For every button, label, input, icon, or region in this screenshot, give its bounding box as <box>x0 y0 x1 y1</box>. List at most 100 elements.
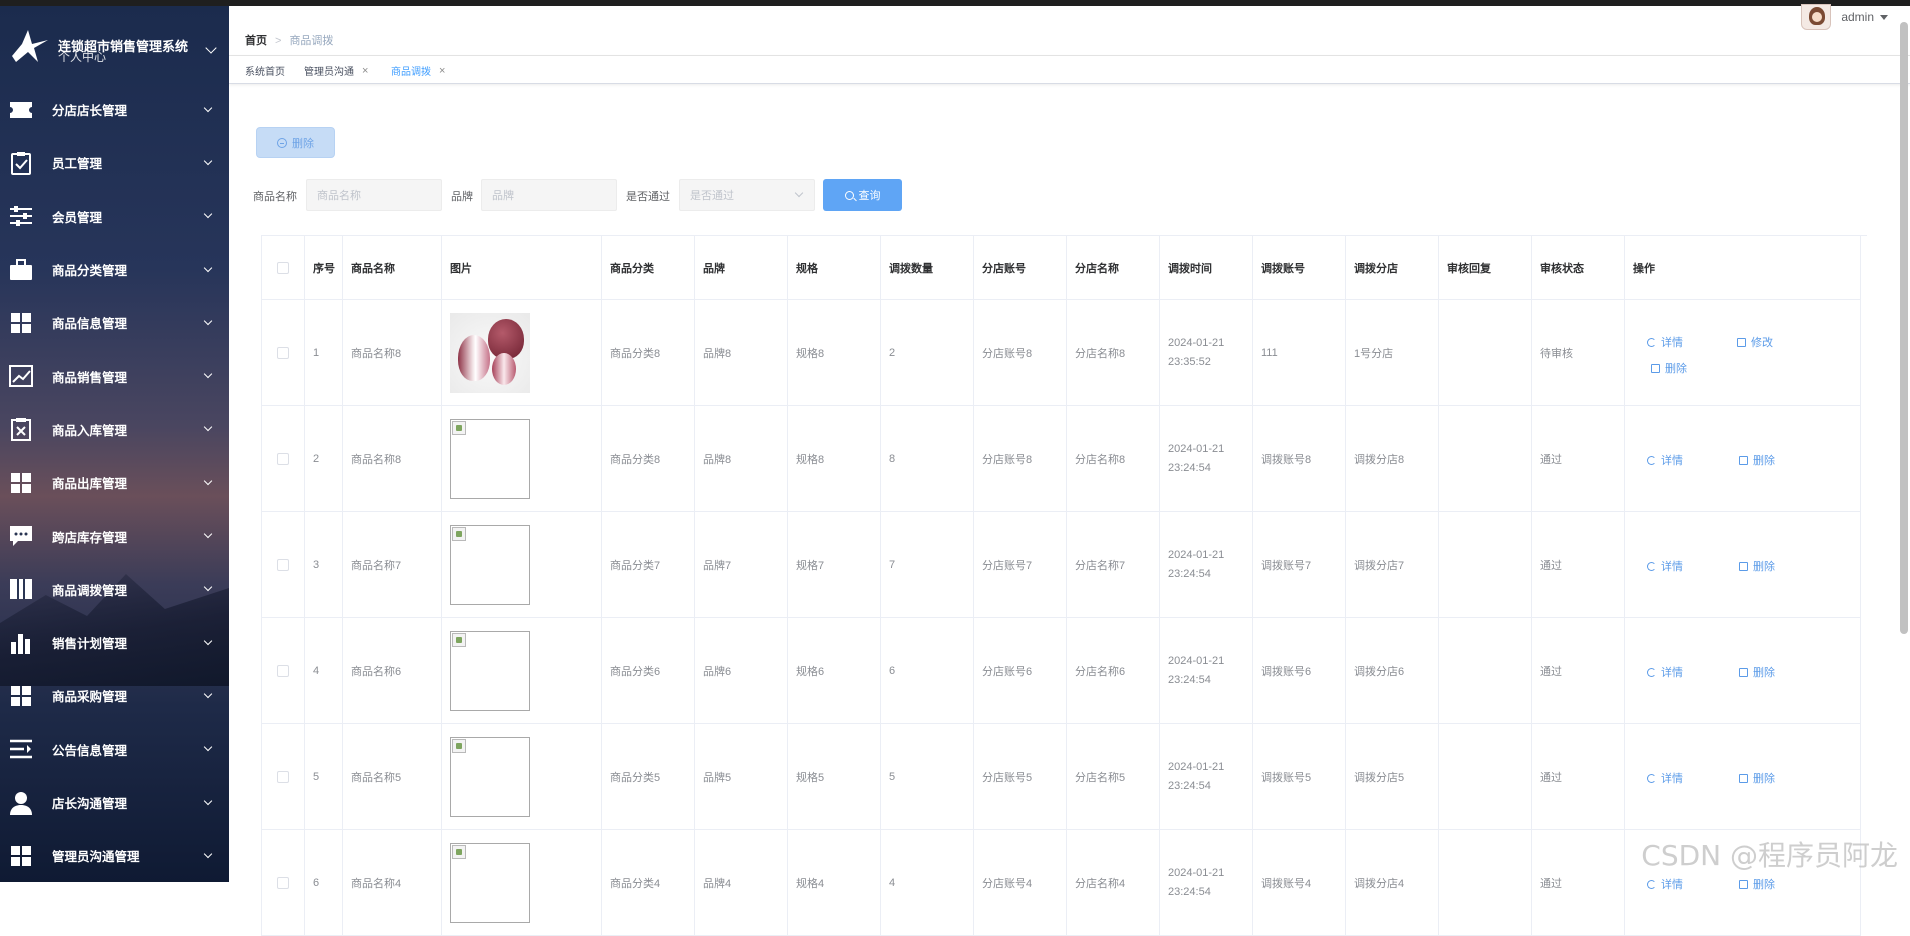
delete-button[interactable]: 删除 <box>1739 664 1775 680</box>
column-header: 图片 <box>442 236 602 300</box>
user-name[interactable]: admin <box>1841 10 1874 24</box>
search-brand-input[interactable]: 品牌 <box>481 179 617 211</box>
table-row[interactable]: 5商品名称5商品分类5品牌5规格55分店账号5分店名称52024-01-21 2… <box>262 724 1867 830</box>
row-select[interactable] <box>262 512 305 618</box>
sidebar-item-11[interactable]: 商品采购管理 <box>0 669 229 722</box>
cell-qty: 8 <box>881 406 974 512</box>
detail-icon <box>1647 456 1656 465</box>
chevron-down-icon <box>204 157 212 165</box>
tab-2[interactable]: 商品调拨× <box>391 63 445 78</box>
cell-tacct: 调拨账号8 <box>1253 406 1346 512</box>
product-image-broken[interactable] <box>450 843 530 923</box>
tab-0[interactable]: 系统首页 <box>245 63 285 78</box>
table-row[interactable]: 4商品名称6商品分类6品牌6规格66分店账号6分店名称62024-01-21 2… <box>262 618 1867 724</box>
close-icon[interactable]: × <box>362 65 368 77</box>
header-select-all[interactable] <box>262 236 305 300</box>
table-row[interactable]: 2商品名称8商品分类8品牌8规格88分店账号8分店名称82024-01-21 2… <box>262 406 1867 512</box>
row-select[interactable] <box>262 300 305 406</box>
cell-shop: 分店名称5 <box>1067 724 1160 830</box>
sidebar-item-14[interactable]: 管理员沟通管理 <box>0 829 229 882</box>
search-name-input[interactable]: 商品名称 <box>306 179 442 211</box>
cell-cat: 商品分类6 <box>602 618 695 724</box>
product-image-broken[interactable] <box>450 419 530 499</box>
chevron-down-icon <box>204 317 212 325</box>
product-image-broken[interactable] <box>450 525 530 605</box>
checkbox[interactable] <box>277 665 289 677</box>
table-row[interactable]: 6商品名称4商品分类4品牌4规格44分店账号4分店名称42024-01-21 2… <box>262 830 1867 936</box>
user-menu[interactable]: admin <box>1801 6 1888 28</box>
sliders-icon <box>8 203 34 229</box>
column-header: 调拨账号 <box>1253 236 1346 300</box>
detail-button[interactable]: 详情 <box>1647 876 1683 892</box>
sidebar-item-9[interactable]: 商品调拨管理 <box>0 563 229 616</box>
product-image-broken[interactable] <box>450 737 530 817</box>
cell-time-text: 2024-01-21 23:35:52 <box>1168 334 1248 372</box>
chevron-down-icon <box>204 370 212 378</box>
delete-button[interactable]: 删除 <box>1739 876 1775 892</box>
product-image-broken[interactable] <box>450 631 530 711</box>
checkbox[interactable] <box>277 771 289 783</box>
row-select[interactable] <box>262 724 305 830</box>
batch-delete-button[interactable]: 删除 <box>256 127 335 158</box>
chevron-down-icon <box>204 210 212 218</box>
row-actions: 详情 删除 <box>1625 406 1860 511</box>
detail-label: 详情 <box>1661 558 1683 574</box>
sidebar-item-4[interactable]: 商品信息管理 <box>0 296 229 349</box>
table-row[interactable]: 1商品名称8商品分类8品牌8规格82分店账号8分店名称82024-01-21 2… <box>262 300 1867 406</box>
cell-shop: 分店名称8 <box>1067 300 1160 406</box>
sidebar-item-7[interactable]: 商品出库管理 <box>0 456 229 509</box>
chevron-down-icon <box>204 530 212 538</box>
row-select[interactable] <box>262 618 305 724</box>
delete-button[interactable]: 删除 <box>1739 558 1775 574</box>
delete-label: 删除 <box>1753 452 1775 468</box>
briefcase-icon <box>8 257 34 283</box>
row-select[interactable] <box>262 406 305 512</box>
checkbox[interactable] <box>277 559 289 571</box>
detail-button[interactable]: 详情 <box>1647 558 1683 574</box>
cell-brand: 品牌4 <box>695 830 788 936</box>
sidebar-item-5[interactable]: 商品销售管理 <box>0 349 229 402</box>
detail-button[interactable]: 详情 <box>1647 664 1683 680</box>
sidebar-item-13[interactable]: 店长沟通管理 <box>0 776 229 829</box>
edit-button[interactable]: 修改 <box>1737 334 1773 350</box>
edit-label: 修改 <box>1751 334 1773 350</box>
checkbox[interactable] <box>277 262 289 274</box>
detail-button[interactable]: 详情 <box>1647 334 1683 350</box>
cell-shop: 分店名称4 <box>1067 830 1160 936</box>
delete-button[interactable]: 删除 <box>1739 770 1775 786</box>
detail-button[interactable]: 详情 <box>1647 452 1683 468</box>
caret-down-icon[interactable] <box>1880 15 1888 20</box>
search-pass-select[interactable]: 是否通过 <box>679 179 815 211</box>
data-table: 序号商品名称图片商品分类品牌规格调拨数量分店账号分店名称调拨时间调拨账号调拨分店… <box>261 235 1867 936</box>
delete-button[interactable]: 删除 <box>1651 360 1687 376</box>
delete-box-icon <box>8 416 34 442</box>
sidebar-brand[interactable]: 连锁超市销售管理系统 个人中心 <box>8 26 223 70</box>
cell-no: 6 <box>305 830 343 936</box>
delete-button[interactable]: 删除 <box>1739 452 1775 468</box>
sidebar-item-8[interactable]: 跨店库存管理 <box>0 509 229 562</box>
sidebar-item-0[interactable]: 分店店长管理 <box>0 83 229 136</box>
query-button[interactable]: 查询 <box>823 179 902 211</box>
delete-label: 删除 <box>1753 770 1775 786</box>
sidebar-item-3[interactable]: 商品分类管理 <box>0 243 229 296</box>
sidebar-item-2[interactable]: 会员管理 <box>0 190 229 243</box>
checkbox[interactable] <box>277 347 289 359</box>
product-image[interactable] <box>450 313 530 393</box>
grid-icon <box>8 310 34 336</box>
tab-1[interactable]: 管理员沟通× <box>304 63 368 78</box>
checkbox[interactable] <box>277 877 289 889</box>
close-icon[interactable]: × <box>439 65 445 77</box>
table-row[interactable]: 3商品名称7商品分类7品牌7规格77分店账号7分店名称72024-01-21 2… <box>262 512 1867 618</box>
detail-button[interactable]: 详情 <box>1647 770 1683 786</box>
row-select[interactable] <box>262 830 305 936</box>
breadcrumb-home[interactable]: 首页 <box>245 35 267 47</box>
delete-icon <box>1739 774 1748 783</box>
avatar[interactable] <box>1801 4 1831 30</box>
vertical-scrollbar[interactable] <box>1900 22 1908 634</box>
checkbox[interactable] <box>277 453 289 465</box>
detail-label: 详情 <box>1661 876 1683 892</box>
sidebar-item-12[interactable]: 公告信息管理 <box>0 723 229 776</box>
sidebar-item-1[interactable]: 员工管理 <box>0 136 229 189</box>
sidebar-item-10[interactable]: 销售计划管理 <box>0 616 229 669</box>
sidebar-item-6[interactable]: 商品入库管理 <box>0 403 229 456</box>
